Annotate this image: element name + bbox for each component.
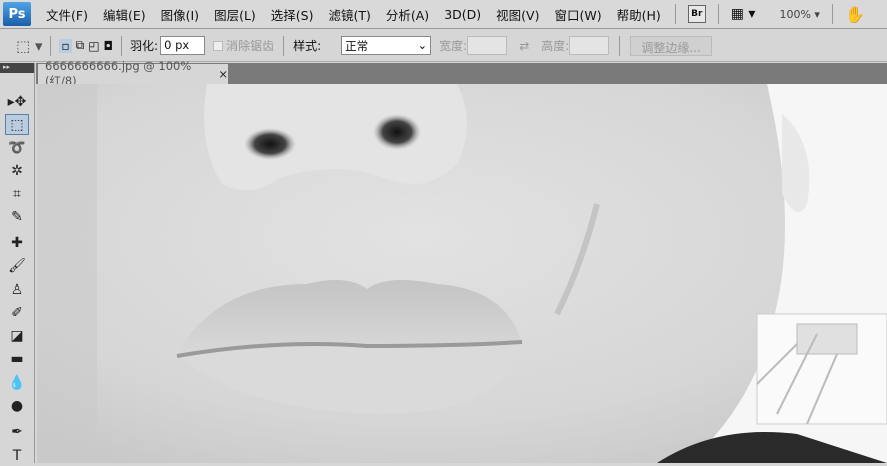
document-tab-bar: 6666666666.jpg @ 100%(红/8) × <box>36 59 887 88</box>
close-icon[interactable]: × <box>218 67 228 81</box>
eraser-tool-icon[interactable]: ◪ <box>5 325 29 346</box>
healing-tool-icon[interactable]: ✚ <box>5 232 29 253</box>
menu-file[interactable]: 文件(F) <box>46 5 88 24</box>
menu-image[interactable]: 图像(I) <box>161 5 199 24</box>
photo-face-closeup <box>37 84 887 463</box>
menu-3d[interactable]: 3D(D) <box>444 7 481 22</box>
divider <box>121 35 123 56</box>
image-canvas[interactable] <box>37 84 887 463</box>
bridge-button[interactable]: Br <box>687 5 706 23</box>
history-brush-tool-icon[interactable]: ✐ <box>5 302 29 323</box>
add-selection-icon[interactable]: ⧉ <box>76 38 85 53</box>
crop-tool-icon[interactable]: ⌗ <box>5 183 29 204</box>
brush-tool-icon[interactable]: 🖌 <box>5 255 29 276</box>
screen-mode-icon[interactable]: ▦ ▾ <box>731 6 756 22</box>
gradient-tool-icon[interactable]: ▬ <box>5 348 29 369</box>
zoom-level-dropdown[interactable]: 100% ▾ <box>779 8 819 21</box>
menu-bar: Ps 文件(F) 编辑(E) 图像(I) 图层(L) 选择(S) 滤镜(T) 分… <box>0 0 887 29</box>
menu-select[interactable]: 选择(S) <box>271 5 314 24</box>
menu-edit[interactable]: 编辑(E) <box>103 5 146 24</box>
height-label: 高度: <box>541 39 570 53</box>
feather-input[interactable]: 0 px <box>160 36 206 55</box>
divider <box>717 4 719 24</box>
style-select[interactable]: 正常 ⌄ <box>341 36 432 55</box>
dodge-tool-icon[interactable]: ● <box>5 395 29 416</box>
magic-wand-tool-icon[interactable]: ✲ <box>5 160 29 181</box>
pen-tool-icon[interactable]: ✒ <box>5 421 29 442</box>
chevron-down-icon: ⌄ <box>417 38 428 52</box>
menu-help[interactable]: 帮助(H) <box>617 5 661 24</box>
antialias-checkbox[interactable] <box>213 40 224 51</box>
swap-icon[interactable]: ⇄ <box>519 39 529 53</box>
toolbox: ▸▸ ▸✥ ⬚ ➰ ✲ ⌗ ✎ ✚ 🖌 ♙ ✐ ◪ ▬ 💧 ● ✒ T <box>0 63 35 464</box>
photoshop-logo: Ps <box>3 2 31 26</box>
menu-view[interactable]: 视图(V) <box>496 5 539 24</box>
divider <box>283 35 285 56</box>
width-label: 宽度: <box>439 39 468 53</box>
width-input[interactable] <box>467 36 508 55</box>
stamp-tool-icon[interactable]: ♙ <box>5 279 29 300</box>
menu-window[interactable]: 窗口(W) <box>554 5 601 24</box>
move-tool-icon[interactable]: ▸✥ <box>5 91 29 112</box>
zoom-level: 100% <box>779 7 811 21</box>
menu-analysis[interactable]: 分析(A) <box>386 5 429 24</box>
refine-edge-button[interactable]: 调整边缘... <box>630 35 712 56</box>
style-label: 样式: <box>293 39 322 53</box>
document-tab[interactable]: 6666666666.jpg @ 100%(红/8) × <box>38 59 228 88</box>
divider <box>831 4 833 24</box>
new-selection-icon[interactable]: ▫ <box>59 38 72 53</box>
options-bar: ⬚ ▾ ▫ ⧉ ◰ ◘ 羽化: 0 px 消除锯齿 样式: 正常 ⌄ 宽度: ⇄ … <box>0 30 887 62</box>
divider <box>674 4 676 24</box>
antialias-label: 消除锯齿 <box>226 39 275 53</box>
hand-tool-icon[interactable]: ✋ <box>845 5 865 24</box>
blur-tool-icon[interactable]: 💧 <box>5 372 29 393</box>
subtract-selection-icon[interactable]: ◰ <box>88 39 99 53</box>
eyedropper-tool-icon[interactable]: ✎ <box>5 206 29 227</box>
marquee-preset-icon[interactable]: ⬚ ▾ <box>16 37 42 55</box>
toolbox-collapse-icon[interactable]: ▸▸ <box>0 63 34 73</box>
lasso-tool-icon[interactable]: ➰ <box>5 137 29 158</box>
style-value: 正常 <box>345 39 369 53</box>
marquee-tool-icon[interactable]: ⬚ <box>5 114 29 135</box>
menu-filter[interactable]: 滤镜(T) <box>328 5 370 24</box>
intersect-selection-icon[interactable]: ◘ <box>104 39 114 53</box>
height-input[interactable] <box>569 36 610 55</box>
divider <box>619 35 621 56</box>
feather-label: 羽化: <box>130 39 159 53</box>
divider <box>50 35 52 56</box>
menu-layer[interactable]: 图层(L) <box>214 5 256 24</box>
